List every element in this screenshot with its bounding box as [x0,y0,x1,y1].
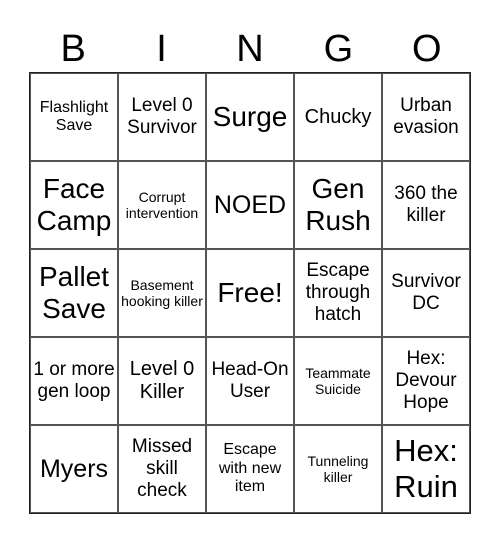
bingo-cell[interactable]: Surge [206,73,294,161]
bingo-cell[interactable]: Basement hooking killer [118,249,206,337]
bingo-header: B I N G O [29,26,471,72]
bingo-cell[interactable]: Urban evasion [382,73,470,161]
bingo-cell[interactable]: Tunneling killer [294,425,382,513]
bingo-cell[interactable]: Hex: Devour Hope [382,337,470,425]
bingo-cell[interactable]: Flashlight Save [30,73,118,161]
bingo-cell[interactable]: NOED [206,161,294,249]
header-letter-b: B [60,28,86,70]
bingo-cell[interactable]: Chucky [294,73,382,161]
bingo-cell[interactable]: Face Camp [30,161,118,249]
bingo-cell[interactable]: Myers [30,425,118,513]
header-letter-g: G [323,28,354,70]
header-letter-n: N [236,28,264,70]
bingo-cell[interactable]: Level 0 Survivor [118,73,206,161]
bingo-cell[interactable]: Missed skill check [118,425,206,513]
header-letter-o: O [411,28,442,70]
bingo-cell-free[interactable]: Free! [206,249,294,337]
bingo-cell[interactable]: Head-On User [206,337,294,425]
bingo-cell[interactable]: Gen Rush [294,161,382,249]
bingo-cell[interactable]: Escape through hatch [294,249,382,337]
bingo-card-grid: Flashlight Save Level 0 Survivor Surge C… [29,72,471,514]
bingo-cell[interactable]: Corrupt intervention [118,161,206,249]
bingo-cell[interactable]: Pallet Save [30,249,118,337]
bingo-cell[interactable]: Level 0 Killer [118,337,206,425]
bingo-cell[interactable]: 360 the killer [382,161,470,249]
bingo-cell[interactable]: Teammate Suicide [294,337,382,425]
bingo-cell[interactable]: Escape with new item [206,425,294,513]
bingo-cell[interactable]: Hex: Ruin [382,425,470,513]
bingo-cell[interactable]: 1 or more gen loop [30,337,118,425]
header-letter-i: I [156,28,167,70]
bingo-cell[interactable]: Survivor DC [382,249,470,337]
